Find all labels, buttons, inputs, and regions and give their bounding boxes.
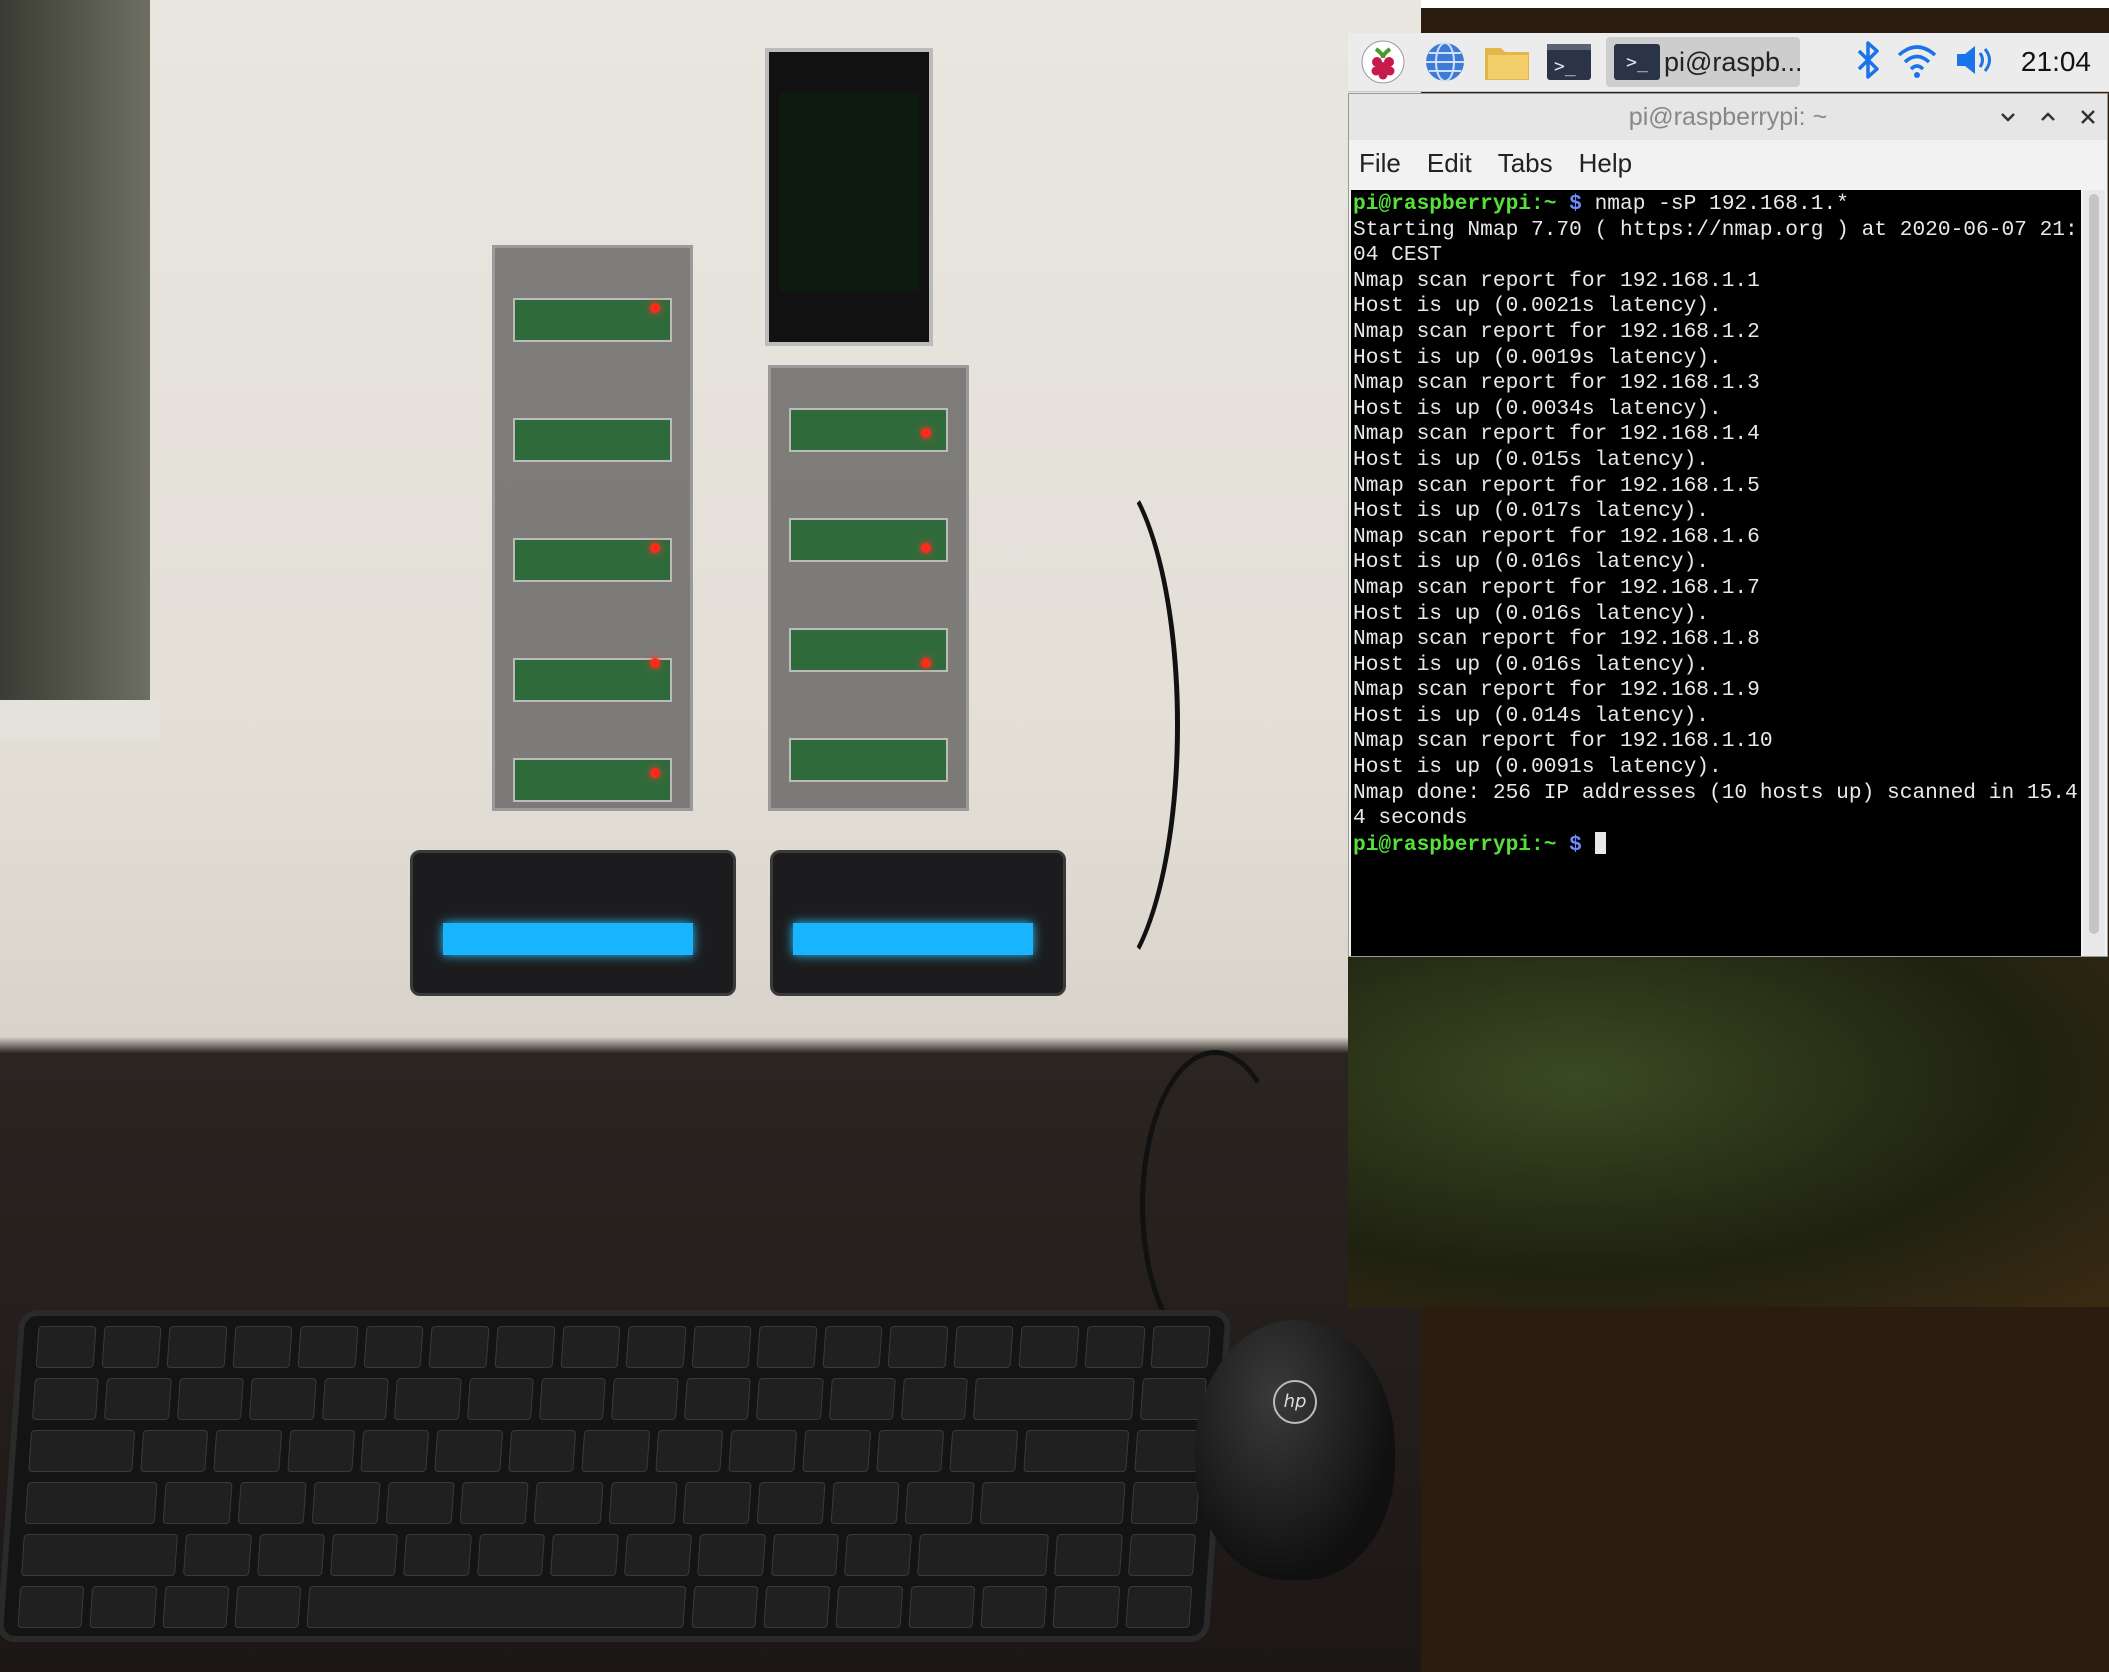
prompt-symbol: $	[1569, 192, 1582, 216]
terminal-output-line: Host is up (0.015s latency).	[1353, 447, 1710, 472]
maximize-button[interactable]	[2037, 106, 2059, 128]
raspberry-menu-icon[interactable]	[1356, 37, 1410, 87]
prompt: pi@raspberrypi:~	[1353, 832, 1557, 857]
pi-stack-right	[768, 365, 969, 811]
wifi-icon[interactable]	[1895, 41, 1939, 83]
terminal-text: pi@raspberrypi:~ $ nmap -sP 192.168.1.* …	[1353, 192, 2081, 858]
terminal-output-line: Host is up (0.016s latency).	[1353, 550, 1710, 575]
taskbar-window-label: pi@raspb...	[1664, 46, 1800, 77]
file-manager-icon[interactable]	[1480, 37, 1534, 87]
terminal-output-line: Nmap scan report for 192.168.1.6	[1353, 524, 1760, 549]
menubar: File Edit Tabs Help	[1349, 140, 2107, 186]
terminal-output-line: Nmap scan report for 192.168.1.10	[1353, 729, 1773, 754]
command-text: nmap -sP 192.168.1.*	[1594, 192, 1849, 216]
clock[interactable]: 21:04	[2021, 46, 2091, 78]
terminal-output-line: Nmap scan report for 192.168.1.4	[1353, 422, 1760, 447]
usb-charger-left	[410, 850, 736, 996]
mouse: hp	[1195, 1320, 1395, 1580]
terminal-output-line: Nmap scan report for 192.168.1.2	[1353, 319, 1760, 344]
top-margin	[1421, 0, 2109, 8]
terminal-output-line: 4 seconds	[1353, 806, 1468, 831]
hp-logo: hp	[1273, 1380, 1317, 1424]
pi-stack-left	[492, 245, 693, 811]
desktop-wallpaper	[1348, 955, 2109, 1307]
menu-edit[interactable]: Edit	[1427, 148, 1472, 179]
terminal-output-line: Nmap scan report for 192.168.1.9	[1353, 678, 1760, 703]
terminal-output[interactable]: pi@raspberrypi:~ $ nmap -sP 192.168.1.* …	[1351, 190, 2081, 956]
small-touchscreen	[765, 48, 933, 346]
taskbar-window-button[interactable]: >_ pi@raspb...	[1606, 37, 1800, 87]
terminal-output-line: Nmap scan report for 192.168.1.3	[1353, 371, 1760, 396]
usb-cable	[1010, 460, 1180, 990]
bluetooth-icon[interactable]	[1855, 40, 1881, 84]
menu-tabs[interactable]: Tabs	[1498, 148, 1553, 179]
window-title: pi@raspberrypi: ~	[1628, 102, 1828, 131]
web-browser-icon[interactable]	[1418, 37, 1472, 87]
terminal-output-line: Nmap scan report for 192.168.1.8	[1353, 627, 1760, 652]
scrollbar-thumb[interactable]	[2089, 194, 2099, 934]
terminal-output-line: Nmap done: 256 IP addresses (10 hosts up…	[1353, 780, 2078, 805]
window-titlebar[interactable]: pi@raspberrypi: ~	[1349, 94, 2107, 140]
terminal-output-line: Host is up (0.0019s latency).	[1353, 345, 1722, 370]
usb-charger-right	[770, 850, 1066, 996]
terminal-output-line: Host is up (0.0034s latency).	[1353, 396, 1722, 421]
prompt-symbol: $	[1569, 832, 1582, 857]
wall-picture-frame	[0, 0, 160, 740]
keyboard	[0, 1310, 1232, 1642]
terminal-output-line: Nmap scan report for 192.168.1.7	[1353, 575, 1760, 600]
terminal-output-line: Host is up (0.017s latency).	[1353, 499, 1710, 524]
scrollbar[interactable]	[2083, 190, 2105, 956]
terminal-output-line: Nmap scan report for 192.168.1.5	[1353, 473, 1760, 498]
prompt: pi@raspberrypi:~	[1353, 192, 1557, 216]
taskbar: >_ >_ pi@raspb... 21:04	[1348, 33, 2109, 92]
terminal-output-line: Starting Nmap 7.70 ( https://nmap.org ) …	[1353, 217, 2078, 242]
terminal-icon: >_	[1614, 44, 1660, 80]
minimize-button[interactable]	[1997, 106, 2019, 128]
terminal-icon[interactable]: >_	[1542, 37, 1596, 87]
menu-help[interactable]: Help	[1579, 148, 1632, 179]
output-lines: Starting Nmap 7.70 ( https://nmap.org ) …	[1353, 218, 2078, 831]
terminal-window: pi@raspberrypi: ~ File Edit Tabs Help pi…	[1348, 93, 2108, 957]
terminal-output-line: 04 CEST	[1353, 243, 1443, 268]
terminal-output-line: Host is up (0.0021s latency).	[1353, 294, 1722, 319]
volume-icon[interactable]	[1953, 41, 1997, 83]
close-button[interactable]	[2077, 106, 2099, 128]
terminal-output-line: Host is up (0.0091s latency).	[1353, 755, 1722, 780]
terminal-output-line: Nmap scan report for 192.168.1.1	[1353, 268, 1760, 293]
terminal-output-line: Host is up (0.016s latency).	[1353, 652, 1710, 677]
svg-text:>_: >_	[1554, 56, 1576, 77]
menu-file[interactable]: File	[1359, 148, 1401, 179]
terminal-output-line: Host is up (0.014s latency).	[1353, 703, 1710, 728]
text-cursor	[1594, 831, 1606, 854]
cluster-photo: hp	[0, 0, 1421, 1672]
terminal-output-line: Host is up (0.016s latency).	[1353, 601, 1710, 626]
